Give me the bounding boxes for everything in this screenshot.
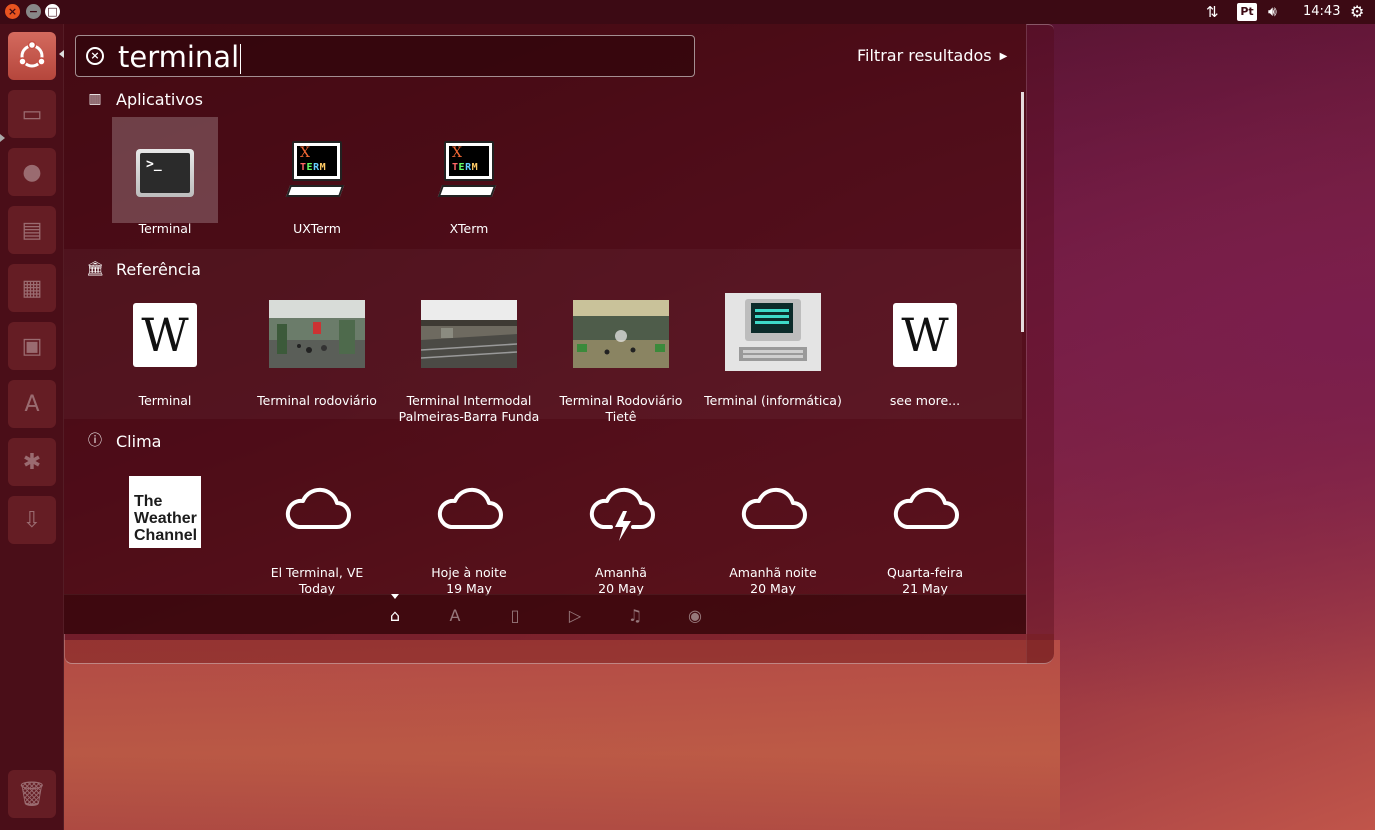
result-weather-tomorrow-night[interactable]: Amanhã noite 20 May <box>697 459 849 596</box>
category-header[interactable]: 🏛︎ Referência <box>86 259 201 279</box>
result-weather-channel[interactable]: The Weather Channel <box>89 459 241 591</box>
category-title: Referência <box>116 259 201 279</box>
result-terminal-app[interactable]: >_ Terminal <box>89 117 241 249</box>
result-weather-wednesday[interactable]: Quarta-feira 21 May <box>849 459 1001 596</box>
thunderstorm-icon <box>589 487 655 541</box>
result-label: Terminal rodoviário <box>257 393 377 408</box>
weather-channel-logo: The Weather Channel <box>129 476 201 548</box>
power-icon[interactable]: ⚙ <box>1350 0 1364 24</box>
result-xterm-app[interactable]: X TERM XTerm <box>393 117 545 249</box>
volume-icon[interactable]: 🔊︎ <box>1268 0 1277 24</box>
result-label: Terminal <box>138 221 192 236</box>
terminal-app-icon: >_ <box>136 149 194 197</box>
result-see-more[interactable]: W see more... <box>849 287 1001 419</box>
apps-icon: ▥ <box>88 91 102 107</box>
files-lens-icon[interactable]: ▯ <box>505 607 525 625</box>
top-panel: × − □ ⇅ Pt 🔊︎ 14:43 ⚙ <box>0 0 1375 24</box>
cloud-icon <box>893 487 959 529</box>
result-label: Amanhã 20 May <box>595 565 647 596</box>
window-minimize-button[interactable]: − <box>26 4 41 19</box>
reference-icon: 🏛︎ <box>86 261 104 277</box>
category-header[interactable]: ⓘ Clima <box>86 431 161 451</box>
bus-station-photo <box>573 300 669 368</box>
window-maximize-button[interactable]: □ <box>45 4 60 19</box>
files-launcher-icon[interactable]: ▭ <box>8 90 56 138</box>
chevron-right-icon: ▶ <box>999 51 1008 62</box>
dash: × terminal Filtrar resultados ▶ ▥ Aplicat… <box>64 24 1026 634</box>
category-reference: 🏛︎ Referência W Terminal Terminal rodovi… <box>64 249 1022 425</box>
cloud-icon <box>285 487 351 529</box>
keyboard-layout-indicator[interactable]: Pt <box>1237 3 1257 21</box>
result-weather-tonight[interactable]: Hoje à noite 19 May <box>393 459 545 596</box>
wikipedia-icon: W <box>893 303 957 367</box>
wikipedia-icon: W <box>133 303 197 367</box>
video-lens-icon[interactable]: ▷ <box>565 607 585 625</box>
calc-launcher-icon[interactable]: ▦ <box>8 264 56 312</box>
updates-launcher-icon[interactable]: ⇩ <box>8 496 56 544</box>
home-lens-icon[interactable]: ⌂ <box>385 607 405 625</box>
result-label: Terminal (informática) <box>704 393 842 408</box>
result-terminal-tiete[interactable]: Terminal Rodoviário Tietê <box>545 287 697 424</box>
result-terminal-intermodal[interactable]: Terminal Intermodal Palmeiras-Barra Fund… <box>393 287 545 424</box>
computer-terminal-photo <box>725 293 821 371</box>
lens-bar: ⌂ A ▯ ▷ ♫ ◉ <box>64 594 1026 634</box>
result-label: El Terminal, VE Today <box>270 565 364 596</box>
result-label: UXTerm <box>293 221 341 236</box>
cloud-icon <box>741 487 807 529</box>
result-terminal-informatica[interactable]: Terminal (informática) <box>697 287 849 419</box>
search-query[interactable]: terminal <box>118 39 242 75</box>
result-label: see more... <box>889 393 961 408</box>
impress-launcher-icon[interactable]: ▣ <box>8 322 56 370</box>
launcher-running-indicator <box>0 134 5 142</box>
filter-results-button[interactable]: Filtrar resultados ▶ <box>857 46 1007 65</box>
applications-lens-icon[interactable]: A <box>445 607 465 625</box>
result-label: Quarta-feira 21 May <box>887 565 963 596</box>
result-weather-today[interactable]: El Terminal, VE Today <box>241 459 393 596</box>
xterm-app-icon: X TERM <box>285 141 346 201</box>
category-header[interactable]: ▥ Aplicativos <box>86 89 203 109</box>
firefox-launcher-icon[interactable]: ● <box>8 148 56 196</box>
software-center-launcher-icon[interactable]: A <box>8 380 56 428</box>
active-lens-indicator <box>391 594 399 599</box>
writer-launcher-icon[interactable]: ▤ <box>8 206 56 254</box>
settings-launcher-icon[interactable]: ✱ <box>8 438 56 486</box>
category-weather: ⓘ Clima The Weather Channel El Terminal, V… <box>64 421 1022 597</box>
trash-icon[interactable]: 🗑︎ <box>8 770 56 818</box>
result-weather-tomorrow[interactable]: Amanhã 20 May <box>545 459 697 596</box>
window-close-button[interactable]: × <box>5 4 20 19</box>
wallpaper <box>60 640 1060 830</box>
result-label: XTerm <box>449 221 489 236</box>
network-icon[interactable]: ⇅ <box>1206 0 1219 24</box>
clock[interactable]: 14:43 <box>1303 0 1340 24</box>
result-label: Terminal <box>138 393 192 408</box>
search-input[interactable]: × terminal <box>75 35 695 77</box>
category-title: Clima <box>116 431 162 451</box>
filter-results-label: Filtrar resultados <box>857 46 992 65</box>
clear-search-icon[interactable]: × <box>86 47 104 65</box>
result-label: Amanhã noite 20 May <box>729 565 817 596</box>
train-station-photo <box>421 300 517 368</box>
ubuntu-logo-icon <box>18 40 46 68</box>
dash-home-button[interactable] <box>8 32 56 80</box>
category-title: Aplicativos <box>116 89 203 109</box>
info-icon: ⓘ <box>88 433 102 449</box>
result-uxterm-app[interactable]: X TERM UXTerm <box>241 117 393 249</box>
dash-frame-bottom <box>64 634 1054 664</box>
music-lens-icon[interactable]: ♫ <box>625 607 645 625</box>
xterm-app-icon: X TERM <box>437 141 498 201</box>
category-applications: ▥ Aplicativos >_ Terminal X TERM UXTerm X… <box>64 79 1022 249</box>
result-wikipedia-terminal[interactable]: W Terminal <box>89 287 241 419</box>
launcher: ▭ ● ▤ ▦ ▣ A ✱ ⇩ <box>0 24 64 830</box>
photos-lens-icon[interactable]: ◉ <box>685 607 705 625</box>
dash-frame-edge <box>1026 24 1054 664</box>
bus-terminal-photo <box>269 300 365 368</box>
cloud-icon <box>437 487 503 529</box>
result-terminal-rodoviario[interactable]: Terminal rodoviário <box>241 287 393 419</box>
result-label: Hoje à noite 19 May <box>431 565 507 596</box>
